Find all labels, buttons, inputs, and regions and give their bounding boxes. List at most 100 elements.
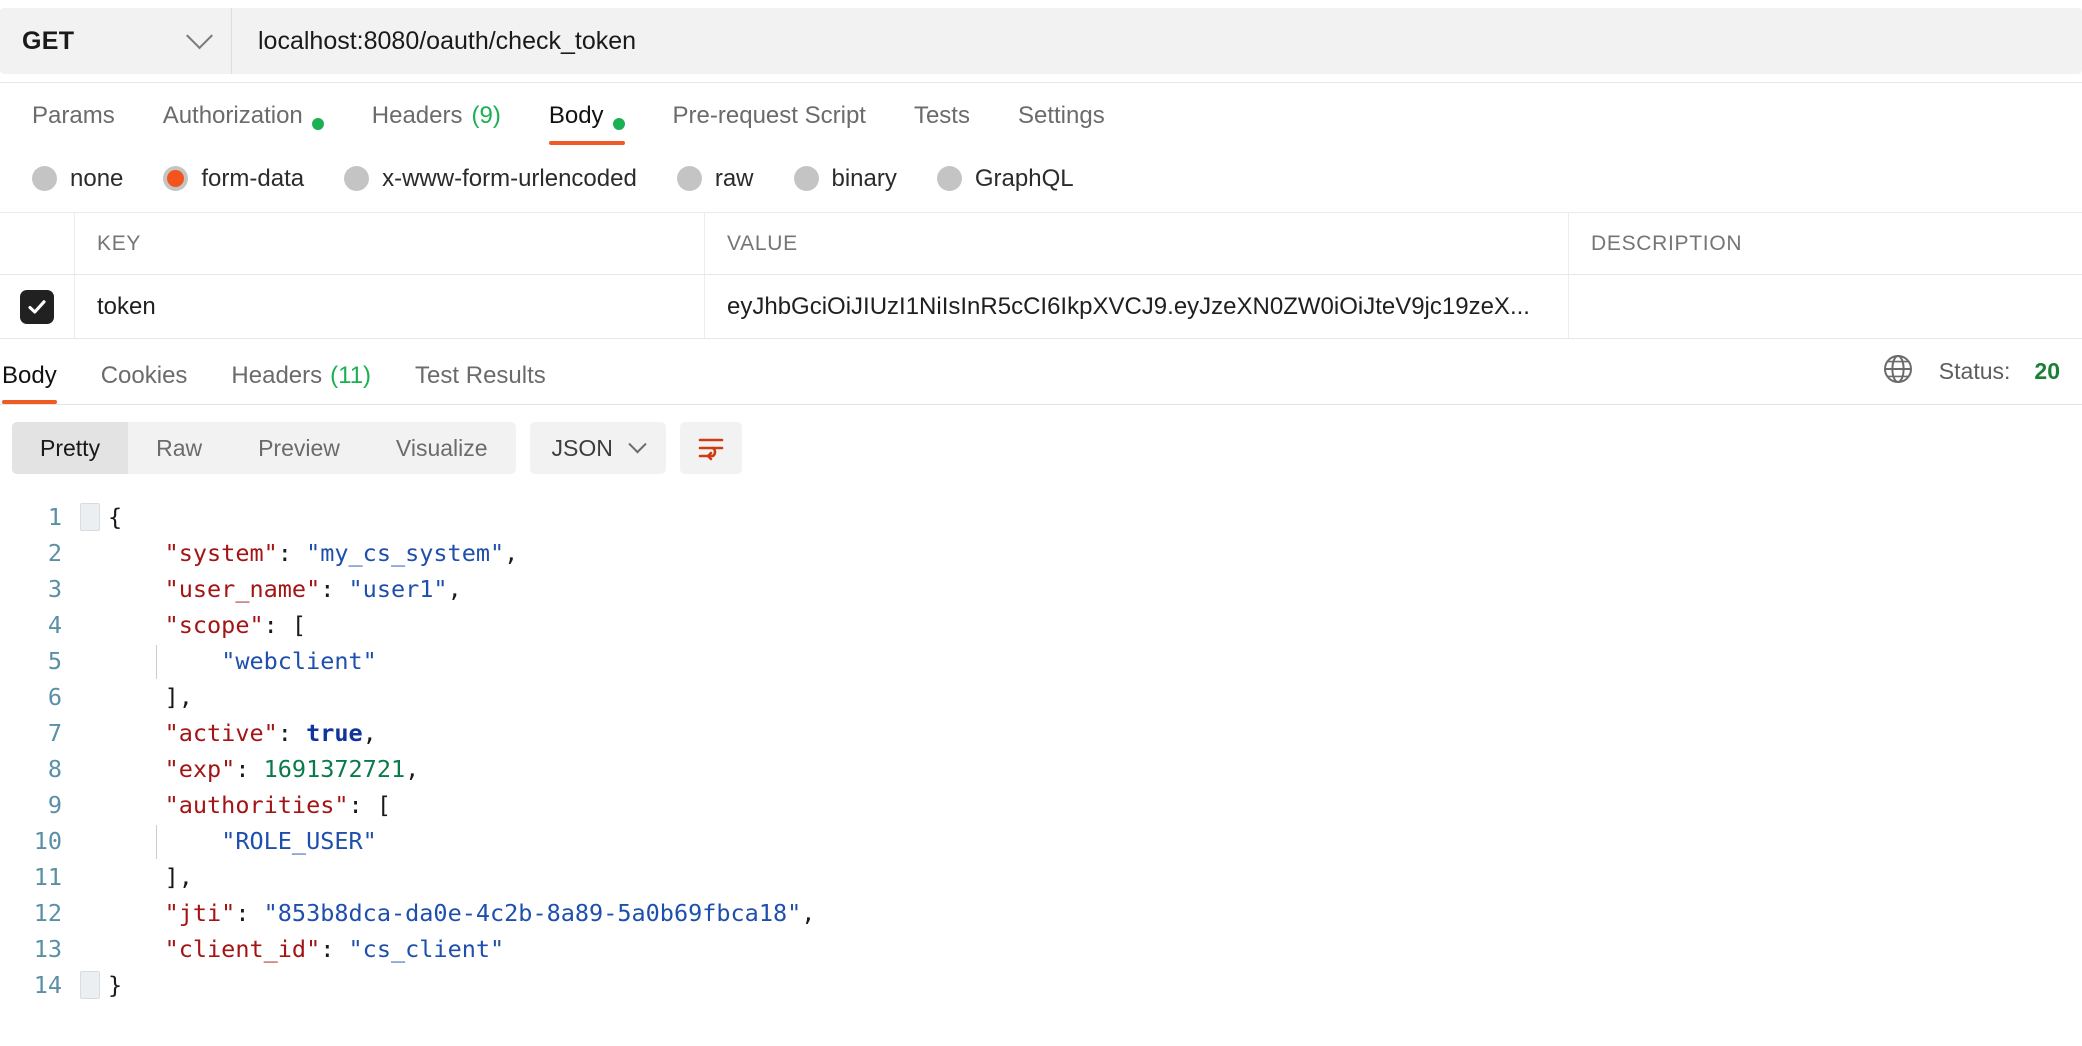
code-line: "user_name": "user1", — [108, 571, 2082, 607]
request-tab-count: (9) — [471, 102, 501, 129]
line-number: 3 — [47, 575, 62, 603]
indent-guide — [156, 825, 157, 859]
body-type-x-www-form-urlencoded[interactable]: x-www-form-urlencoded — [324, 165, 657, 193]
code-line: "ROLE_USER" — [108, 823, 2082, 859]
view-mode-preview[interactable]: Preview — [230, 422, 368, 474]
code-line: "exp": 1691372721, — [108, 751, 2082, 787]
response-tab-test-results[interactable]: Test Results — [393, 339, 568, 404]
code-token-p: ], — [164, 863, 193, 891]
code-token-str: "853b8dca-da0e-4c2b-8a89-5a0b69fbca18" — [263, 899, 802, 927]
code-line: "jti": "853b8dca-da0e-4c2b-8a89-5a0b69fb… — [108, 895, 2082, 931]
response-tabs: Body Cookies Headers (11) Test Results — [0, 339, 568, 404]
line-number: 7 — [47, 719, 62, 747]
globe-icon[interactable] — [1881, 352, 1915, 392]
line-number: 12 — [33, 899, 62, 927]
view-mode-pretty[interactable]: Pretty — [12, 422, 129, 474]
request-tab-params[interactable]: Params — [8, 83, 139, 145]
code-token-str: "cs_client" — [348, 935, 505, 963]
radio-icon[interactable] — [676, 166, 702, 191]
header-description: DESCRIPTION — [1591, 231, 1743, 255]
modified-indicator-dot — [612, 118, 625, 130]
chevron-down-icon — [186, 21, 213, 49]
line-number: 5 — [47, 647, 62, 675]
modified-indicator-dot — [311, 118, 324, 130]
radio-icon[interactable] — [344, 166, 370, 191]
body-type-raw[interactable]: raw — [657, 165, 774, 193]
row-description[interactable] — [1569, 275, 2082, 338]
fold-marker-open[interactable] — [80, 503, 100, 531]
request-tab-headers[interactable]: Headers (9) — [348, 83, 525, 145]
radio-icon[interactable] — [32, 166, 57, 191]
fold-marker-close[interactable] — [80, 971, 100, 999]
code-token-str: "my_cs_system" — [306, 539, 505, 567]
code-token-p: , — [405, 755, 420, 783]
indent-guide — [156, 645, 157, 679]
response-tab-cookies[interactable]: Cookies — [79, 339, 210, 404]
code-line: ], — [108, 679, 2082, 715]
body-type-none[interactable]: none — [12, 165, 143, 193]
form-data-table: KEY VALUE DESCRIPTION token eyJhbGciOiJI… — [0, 213, 2082, 339]
radio-icon[interactable] — [793, 166, 819, 191]
response-tab-label: Test Results — [415, 362, 546, 389]
url-input[interactable]: localhost:8080/oauth/check_token — [232, 8, 2082, 74]
body-type-label: x-www-form-urlencoded — [382, 164, 637, 192]
body-type-binary[interactable]: binary — [774, 165, 917, 193]
code-line: "system": "my_cs_system", — [108, 535, 2082, 571]
code-line: { — [108, 499, 2082, 535]
http-method-label: GET — [22, 26, 75, 55]
code-token-key: "user_name" — [164, 575, 321, 603]
view-mode-visualize[interactable]: Visualize — [368, 422, 516, 474]
body-type-radio-group: none form-data x-www-form-urlencoded raw bin… — [0, 145, 2082, 213]
request-tab-pre-request-script[interactable]: Pre-request Script — [649, 83, 890, 145]
request-tab-authorization[interactable]: Authorization — [139, 83, 348, 145]
response-tab-count: (11) — [330, 362, 372, 389]
view-mode-segmented-control: Pretty Raw Preview Visualize — [12, 422, 516, 474]
http-method-select[interactable]: GET — [0, 8, 232, 74]
request-tab-tests[interactable]: Tests — [890, 83, 994, 145]
response-tab-headers[interactable]: Headers (11) — [209, 339, 393, 404]
body-type-graphql[interactable]: GraphQL — [917, 165, 1094, 193]
response-format-select[interactable]: JSON — [529, 422, 666, 474]
line-number: 8 — [47, 755, 62, 783]
row-value[interactable]: eyJhbGciOiJIUzI1NiIsInR5cCI6IkpXVCJ9.eyJ… — [705, 275, 1569, 338]
code-token-p: : — [320, 935, 349, 963]
code-token-p: : [ — [263, 611, 307, 639]
code-token-key: "scope" — [164, 611, 264, 639]
code-token-key: "jti" — [164, 899, 236, 927]
code-token-p: ], — [164, 683, 193, 711]
line-number-gutter: 1 2 3 4 5 6 7 8 9 10 11 12 13 14 — [0, 499, 78, 1003]
code-token-key: "active" — [164, 719, 278, 747]
code-token-str: "ROLE_USER" — [221, 827, 377, 855]
response-status-area: Status: 20 — [1881, 352, 2060, 392]
header-value: VALUE — [705, 213, 1569, 274]
code-lines[interactable]: { "system": "my_cs_system", "user_name":… — [0, 499, 2082, 1003]
code-line: ], — [108, 859, 2082, 895]
line-number: 1 — [47, 503, 62, 531]
row-enabled-checkbox[interactable] — [20, 289, 54, 324]
code-line: "webclient" — [108, 643, 2082, 679]
code-token-p: } — [108, 971, 123, 999]
request-tab-body[interactable]: Body — [525, 83, 649, 145]
code-token-p: : — [235, 755, 264, 783]
code-fold-column — [78, 499, 108, 1003]
body-type-label: none — [70, 164, 124, 192]
request-tab-settings[interactable]: Settings — [994, 83, 1129, 145]
status-label: Status: — [1938, 358, 2011, 384]
radio-icon[interactable] — [936, 166, 962, 191]
line-number: 13 — [33, 935, 62, 963]
request-tab-label: Body — [548, 102, 604, 129]
word-wrap-button[interactable] — [679, 422, 742, 474]
body-type-form-data[interactable]: form-data — [143, 165, 324, 193]
view-mode-raw[interactable]: Raw — [128, 422, 230, 474]
request-tab-label: Headers — [371, 102, 463, 129]
radio-icon[interactable] — [163, 166, 189, 191]
code-line: "active": true, — [108, 715, 2082, 751]
line-number: 4 — [47, 611, 62, 639]
body-type-label: form-data — [201, 164, 305, 192]
code-token-p: , — [504, 539, 519, 567]
code-token-str: "user1" — [348, 575, 448, 603]
code-token-key: "client_id" — [164, 935, 321, 963]
row-key[interactable]: token — [75, 275, 705, 338]
code-token-key: "authorities" — [164, 791, 349, 819]
response-tab-body[interactable]: Body — [2, 339, 79, 404]
